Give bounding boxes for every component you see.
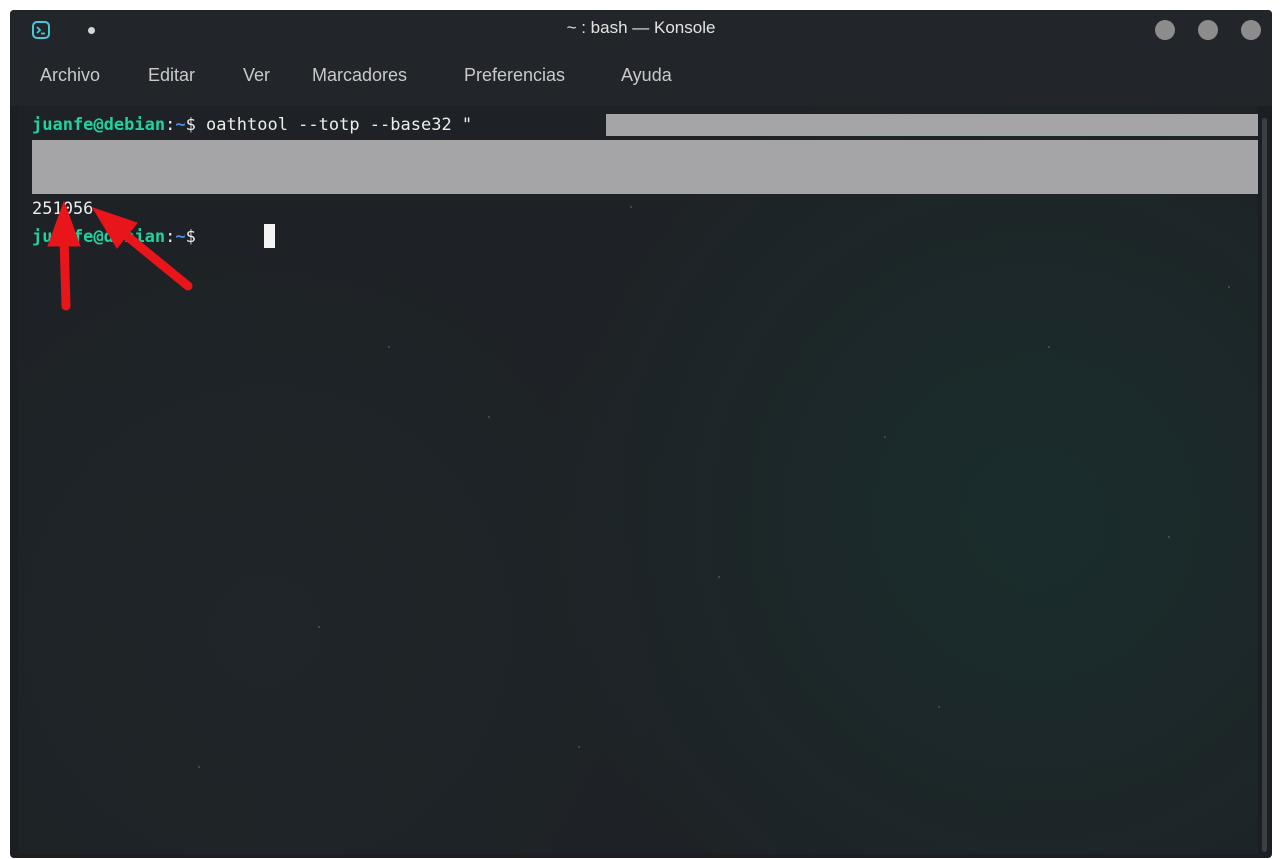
- maximize-button[interactable]: [1198, 20, 1218, 40]
- command-text: oathtool --totp --base32 ": [206, 115, 473, 135]
- menu-ver[interactable]: Ver: [243, 50, 270, 106]
- konsole-window: ~ : bash — Konsole Archivo Editar Ver Ma…: [10, 10, 1272, 858]
- terminal-line-command: juanfe@debian:~$ oathtool --totp --base3…: [32, 114, 472, 136]
- text-cursor: [264, 224, 275, 248]
- prompt-path: ~: [175, 115, 186, 135]
- prompt-dollar: $: [185, 115, 207, 135]
- scrollbar[interactable]: [1260, 118, 1270, 852]
- close-button[interactable]: [1241, 20, 1261, 40]
- menu-ayuda[interactable]: Ayuda: [621, 50, 672, 106]
- redacted-secret-block-2: [32, 140, 1258, 194]
- prompt-user-host: juanfe@debian: [32, 115, 166, 135]
- prompt-dollar-2: $: [185, 227, 207, 247]
- prompt-path-2: ~: [175, 227, 186, 247]
- prompt-user-host-2: juanfe@debian: [32, 227, 166, 247]
- menu-editar[interactable]: Editar: [148, 50, 195, 106]
- redacted-secret-block: [606, 114, 1258, 136]
- prompt-colon-2: :: [165, 227, 176, 247]
- scrollbar-thumb[interactable]: [1262, 118, 1267, 852]
- title-bar[interactable]: ~ : bash — Konsole: [10, 10, 1272, 50]
- menu-marcadores[interactable]: Marcadores: [312, 50, 407, 106]
- menu-bar: Archivo Editar Ver Marcadores Preferenci…: [10, 50, 1272, 106]
- terminal-area[interactable]: juanfe@debian:~$ oathtool --totp --base3…: [18, 106, 1258, 854]
- minimize-button[interactable]: [1155, 20, 1175, 40]
- prompt-colon: :: [165, 115, 176, 135]
- terminal-line-prompt: juanfe@debian:~$: [32, 226, 206, 248]
- menu-preferencias[interactable]: Preferencias: [464, 50, 565, 106]
- window-title: ~ : bash — Konsole: [566, 18, 716, 37]
- menu-archivo[interactable]: Archivo: [40, 50, 100, 106]
- totp-output: 251056: [32, 199, 94, 219]
